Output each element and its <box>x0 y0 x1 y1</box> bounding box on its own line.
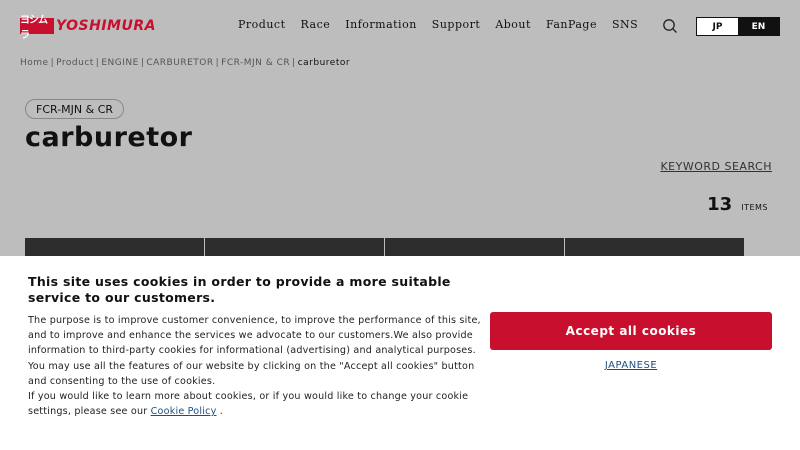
cookie-banner-body: The purpose is to improve customer conve… <box>28 313 493 419</box>
category-tag[interactable]: FCR-MJN & CR <box>25 99 125 119</box>
search-icon[interactable] <box>662 18 678 34</box>
logo-mark: ヨシムラ <box>20 15 54 41</box>
site-header: ヨシムラ YOSHIMURA Product Race Information … <box>0 0 800 52</box>
cookie-policy-link[interactable]: Cookie Policy <box>151 406 217 417</box>
nav-item-support[interactable]: Support <box>432 18 481 31</box>
language-switcher: JP EN <box>696 17 780 36</box>
nav-item-product[interactable]: Product <box>238 18 286 31</box>
items-count: 13 ITEMS <box>707 194 768 215</box>
breadcrumb-separator: | <box>95 58 100 68</box>
breadcrumb-fcr-mjn-cr[interactable]: FCR-MJN & CR <box>221 58 290 68</box>
breadcrumb-home[interactable]: Home <box>20 58 49 68</box>
cookie-banner-title: This site uses cookies in order to provi… <box>28 274 451 305</box>
breadcrumb-separator: | <box>292 58 296 68</box>
nav-item-about[interactable]: About <box>495 18 531 31</box>
breadcrumb-product[interactable]: Product <box>56 58 94 68</box>
items-count-label: ITEMS <box>741 203 768 212</box>
keyword-search-link[interactable]: KEYWORD SEARCH <box>660 160 772 173</box>
nav-item-race[interactable]: Race <box>301 18 331 31</box>
page-title: carburetor <box>25 122 193 153</box>
breadcrumb-engine[interactable]: ENGINE <box>101 58 138 68</box>
items-count-number: 13 <box>707 194 733 215</box>
lang-en-button[interactable]: EN <box>738 18 779 35</box>
cookie-body-text-2: If you would like to learn more about co… <box>28 391 469 418</box>
breadcrumb-separator: | <box>50 58 55 68</box>
lang-jp-button[interactable]: JP <box>697 18 738 35</box>
breadcrumb-carburetor[interactable]: CARBURETOR <box>146 58 213 68</box>
breadcrumb-current: carburetor <box>297 58 351 68</box>
breadcrumb-separator: | <box>140 58 145 68</box>
nav-item-information[interactable]: Information <box>345 18 417 31</box>
breadcrumb-separator: | <box>215 58 220 68</box>
cookie-body-text: The purpose is to improve customer conve… <box>28 315 481 387</box>
main-nav: Product Race Information Support About F… <box>238 18 653 31</box>
japanese-language-link[interactable]: JAPANESE <box>490 360 772 371</box>
yoshimura-logo[interactable]: ヨシムラ YOSHIMURA <box>20 15 156 41</box>
nav-item-sns[interactable]: SNS <box>612 18 638 31</box>
logo-text: YOSHIMURA <box>56 18 156 34</box>
cookie-body-suffix: . <box>216 406 223 418</box>
breadcrumb: Home | Product | ENGINE | CARBURETOR | F… <box>20 58 350 68</box>
accept-all-cookies-button[interactable]: Accept all cookies <box>490 312 772 350</box>
nav-item-fanpage[interactable]: FanPage <box>546 18 597 31</box>
cookie-banner: This site uses cookies in order to provi… <box>0 256 800 450</box>
